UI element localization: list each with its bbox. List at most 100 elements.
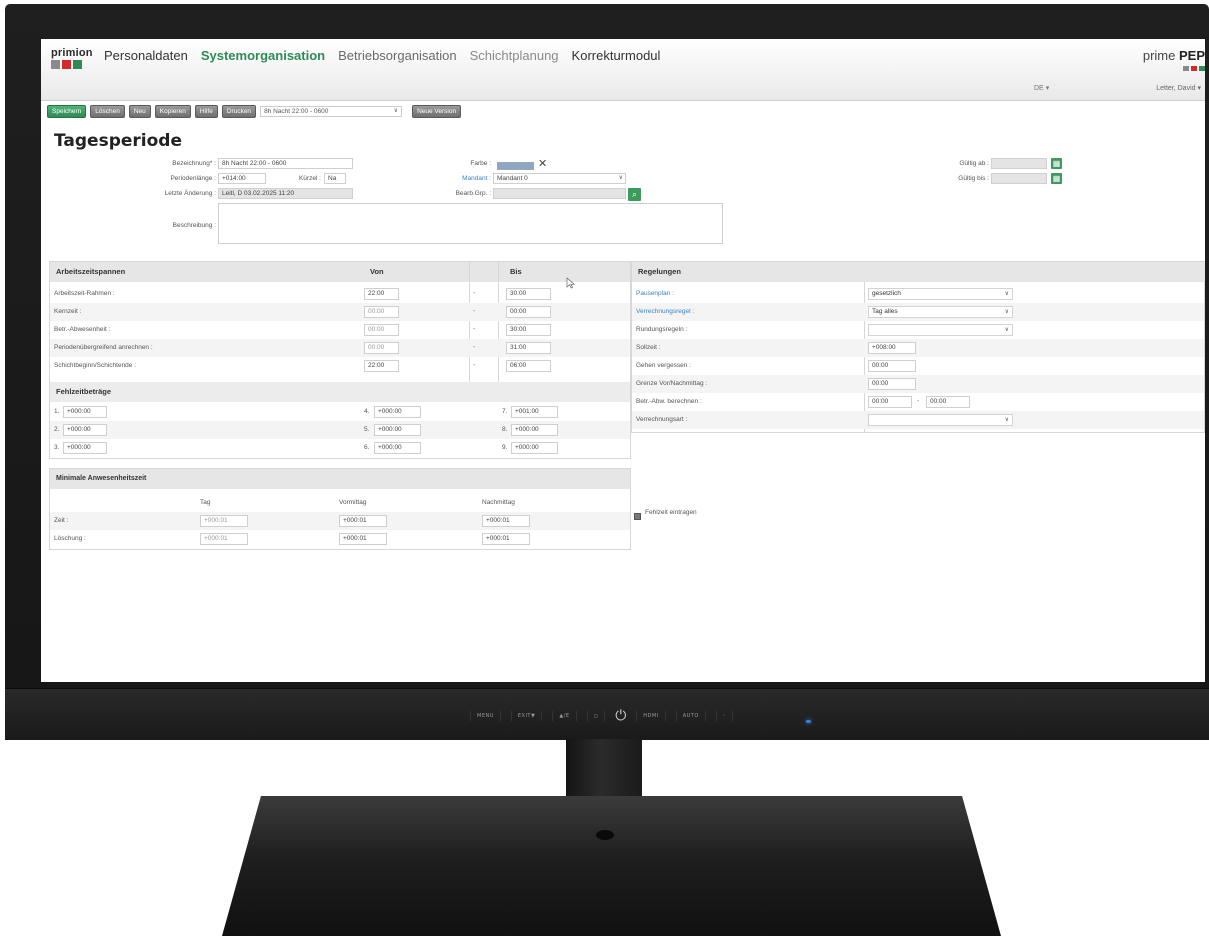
beschreibung-textarea[interactable]: [218, 203, 723, 244]
tag-input[interactable]: +000:01: [200, 533, 248, 545]
brand-logo: prime PEP: [1143, 48, 1205, 63]
search-icon[interactable]: ⌕: [628, 188, 641, 201]
nav-korrekturmodul[interactable]: Korrekturmodul: [572, 48, 661, 63]
save-button[interactable]: Speichern: [47, 104, 87, 118]
pausenplan-select[interactable]: gesetzlich ∨: [868, 288, 1013, 300]
betr-abw-bis-input[interactable]: 00:00: [926, 396, 970, 408]
fehlzeit-eintragen-label[interactable]: Fehlzeit eintragen: [645, 504, 697, 522]
gueltig-bis-field[interactable]: [991, 173, 1047, 184]
chevron-down-icon: ∨: [1004, 309, 1009, 315]
nav-schichtplanung[interactable]: Schichtplanung: [470, 48, 559, 63]
new-button[interactable]: Neu: [128, 104, 151, 118]
von-input[interactable]: 22:00: [364, 288, 399, 300]
gueltig-ab-field[interactable]: [991, 158, 1047, 169]
bis-input[interactable]: 31:00: [506, 342, 551, 354]
regelungen-row: Sollzeit : +008:00: [632, 339, 1204, 357]
language-select[interactable]: DE ▾: [1034, 84, 1049, 92]
vormittag-input[interactable]: +000:01: [339, 533, 387, 545]
periodenlaenge-input[interactable]: +014:00: [218, 173, 266, 184]
fehlzeit-input[interactable]: +000:00: [374, 406, 421, 418]
fehlzeit-input[interactable]: +000:00: [63, 424, 107, 436]
copy-button[interactable]: Kopieren: [154, 104, 191, 118]
mandant-label[interactable]: Mandant :: [421, 175, 491, 182]
nav-personaldaten[interactable]: Personaldaten: [104, 48, 188, 63]
nav-systemorganisation[interactable]: Systemorganisation: [201, 48, 325, 63]
fehlzeit-input[interactable]: +000:00: [374, 442, 421, 454]
grenze-input[interactable]: 00:00: [868, 378, 916, 390]
monitor-exit-button[interactable]: EXIT▼: [510, 711, 543, 721]
minimal-panel: Minimale Anwesenheitszeit Tag Vormittag …: [49, 468, 631, 550]
fehlzeit-index: 4.: [364, 408, 370, 415]
row-label: Verrechnungsart :: [636, 416, 688, 423]
fehlzeit-header: Fehlzeitbeträge: [56, 387, 112, 396]
pausenplan-value: gesetzlich: [872, 290, 901, 297]
chevron-down-icon: ∨: [1004, 291, 1009, 297]
bezeichnung-input[interactable]: 8h Nacht 22:00 - 0600: [218, 158, 353, 169]
bearb-grp-field[interactable]: [493, 188, 626, 199]
von-input[interactable]: 22:00: [364, 360, 399, 372]
von-input[interactable]: 00:00: [364, 306, 399, 318]
print-button[interactable]: Drucken: [221, 104, 257, 118]
arbeitszeit-panel: Arbeitszeitspannen Von Bis Arbeitszeit-R…: [49, 261, 631, 459]
calendar-icon[interactable]: ▦: [1051, 173, 1062, 184]
monitor-input-button[interactable]: ◻: [586, 711, 606, 721]
range-separator: -: [473, 308, 476, 315]
fehlzeit-input[interactable]: +000:00: [63, 442, 107, 454]
gueltig-bis-label: Gültig bis :: [958, 175, 989, 182]
regelungen-row: Grenze Vor/Nachmittag : 00:00: [632, 375, 1204, 393]
power-icon[interactable]: ⏻: [615, 709, 626, 723]
row-label: Schichtbeginn/Schichtende :: [54, 362, 137, 369]
monitor-up-button[interactable]: ▲/E: [552, 711, 577, 721]
monitor-menu-button[interactable]: MENU: [470, 711, 501, 721]
fehlzeit-input[interactable]: +000:00: [511, 442, 558, 454]
calendar-icon[interactable]: ▦: [1051, 158, 1062, 169]
help-button[interactable]: Hilfe: [194, 104, 218, 118]
monitor-hdmi-button[interactable]: HDMI: [636, 711, 666, 721]
arbeitszeit-header: Arbeitszeitspannen: [56, 267, 126, 276]
row-label-link[interactable]: Pausenplan :: [636, 285, 674, 303]
primion-logo[interactable]: primion: [51, 47, 93, 69]
screen: primion Personaldaten Systemorganisation…: [41, 39, 1205, 682]
rundungsregeln-select[interactable]: ∨: [868, 324, 1013, 336]
kuerzel-input[interactable]: Na: [324, 173, 346, 184]
row-label: Löschung :: [54, 535, 86, 542]
chevron-down-icon: ∨: [618, 175, 623, 181]
fehlzeit-input[interactable]: +001:00: [511, 406, 558, 418]
tag-input[interactable]: +000:01: [200, 515, 248, 527]
brand-square-gray: [1183, 66, 1189, 71]
bis-input[interactable]: 06:00: [506, 360, 551, 372]
mandant-select[interactable]: Mandant 0 ∨: [493, 173, 626, 184]
color-swatch[interactable]: [497, 162, 534, 170]
nachmittag-input[interactable]: +000:01: [482, 533, 530, 545]
fehlzeit-input[interactable]: +000:00: [511, 424, 558, 436]
close-icon[interactable]: ✕: [538, 158, 547, 170]
verrechnungsregel-select[interactable]: Tag alles ∨: [868, 306, 1013, 318]
user-menu[interactable]: Letter, David ▾: [1156, 84, 1201, 92]
new-version-button[interactable]: Neue Version: [412, 104, 462, 118]
monitor-auto-button[interactable]: AUTO: [675, 711, 706, 721]
betr-abw-von-input[interactable]: 00:00: [868, 396, 912, 408]
bis-input[interactable]: 30:00: [506, 324, 551, 336]
von-input[interactable]: 00:00: [364, 324, 399, 336]
vormittag-input[interactable]: +000:01: [339, 515, 387, 527]
delete-button[interactable]: Löschen: [90, 104, 125, 118]
fehlzeit-input[interactable]: +000:00: [374, 424, 421, 436]
monitor-chin: MENU EXIT▼ ▲/E ◻ ⏻ HDMI AUTO ◦: [5, 688, 1209, 740]
verrechnungsart-select[interactable]: ∨: [868, 414, 1013, 426]
regelungen-row: Verrechnungsregel : Tag alles ∨: [632, 303, 1204, 321]
fehlzeit-eintragen-checkbox[interactable]: [634, 513, 641, 520]
nachmittag-input[interactable]: +000:01: [482, 515, 530, 527]
arbeitszeit-row: Periodenübergreifend anrechnen : 00:00 -…: [50, 339, 630, 357]
bis-input[interactable]: 00:00: [506, 306, 551, 318]
fehlzeit-input[interactable]: +000:00: [63, 406, 107, 418]
record-select[interactable]: 8h Nacht 22:00 - 0600 ∨: [260, 105, 403, 117]
fehlzeit-row: 2. +000:00 5. +000:00 8. +000:00: [50, 421, 630, 439]
von-input[interactable]: 00:00: [364, 342, 399, 354]
bis-input[interactable]: 30:00: [506, 288, 551, 300]
power-led: [806, 720, 811, 723]
gehen-vergessen-input[interactable]: 00:00: [868, 360, 916, 372]
nav-betriebsorganisation[interactable]: Betriebsorganisation: [338, 48, 457, 63]
sollzeit-input[interactable]: +008:00: [868, 342, 916, 354]
row-label-link[interactable]: Verrechnungsregel :: [636, 303, 694, 321]
monitor-extra-button[interactable]: ◦: [715, 711, 734, 721]
